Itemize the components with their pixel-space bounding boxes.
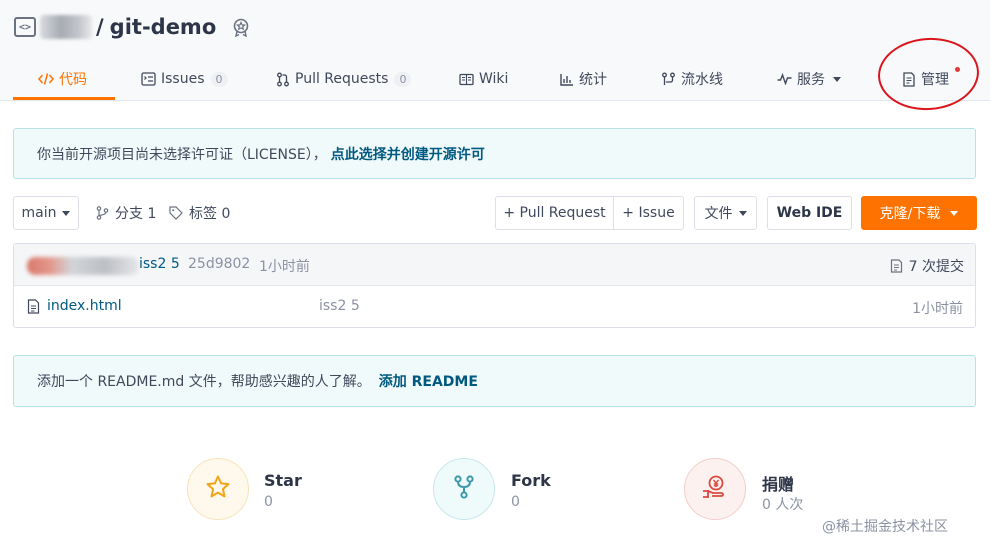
branch-select-value: main — [21, 205, 57, 221]
repo-code-icon: <> — [14, 17, 36, 37]
commits-count-label: 7 次提交 — [908, 259, 964, 275]
tab-wiki[interactable]: Wiki — [459, 58, 508, 100]
file-dropdown-label: 文件 — [704, 206, 733, 222]
latest-commit-row: iss2 5 25d9802 1小时前 7 次提交 — [14, 244, 975, 286]
file-dropdown[interactable]: 文件 — [694, 196, 757, 230]
tab-pull-requests[interactable]: Pull Requests 0 — [276, 58, 412, 100]
branch-select[interactable]: main — [13, 196, 79, 230]
issues-count-badge: 0 — [210, 71, 228, 87]
manage-doc-icon — [902, 71, 916, 87]
web-ide-button[interactable]: Web IDE — [767, 196, 852, 230]
pull-requests-count-badge: 0 — [394, 71, 412, 87]
fork-button[interactable] — [433, 458, 495, 520]
service-pulse-icon — [777, 73, 792, 85]
issues-icon — [141, 72, 156, 86]
license-notice-text: 你当前开源项目尚未选择许可证（LICENSE）， — [37, 146, 327, 163]
new-issue-button[interactable]: + Issue — [613, 196, 684, 230]
branches-link[interactable]: 分支 1 — [96, 196, 156, 230]
tab-stats-label: 统计 — [579, 72, 607, 88]
commit-message-link[interactable]: iss2 5 — [139, 256, 180, 272]
fork-icon — [453, 475, 475, 503]
tab-manage-label: 管理 — [921, 72, 949, 88]
stats-bar-chart-icon — [560, 73, 574, 86]
tags-label: 标签 0 — [189, 206, 231, 222]
fork-count[interactable]: 0 — [511, 494, 520, 510]
file-time: 1小时前 — [912, 301, 963, 317]
commit-time: 1小时前 — [259, 259, 310, 275]
repo-name[interactable]: git-demo — [110, 15, 217, 39]
readme-notice: 添加一个 README.md 文件，帮助感兴趣的人了解。 添加 README — [13, 355, 976, 407]
watermark-text: @稀土掘金技术社区 — [822, 519, 948, 535]
commits-doc-icon — [890, 259, 903, 273]
star-icon — [205, 474, 231, 504]
donate-button[interactable] — [684, 458, 746, 520]
recommend-badge-icon[interactable] — [230, 16, 252, 38]
tab-services-label: 服务 — [797, 72, 825, 88]
readme-notice-text: 添加一个 README.md 文件，帮助感兴趣的人了解。 — [37, 374, 371, 390]
commits-count-link[interactable]: 7 次提交 — [890, 256, 964, 276]
new-pull-request-button[interactable]: + Pull Request — [495, 196, 614, 230]
tab-manage[interactable]: 管理 — [902, 58, 949, 100]
tab-issues-label: Issues — [161, 71, 205, 87]
donate-label: 捐赠 — [762, 475, 795, 494]
donate-count: 0 人次 — [762, 497, 804, 513]
chevron-down-icon — [62, 210, 71, 216]
active-tab-indicator — [13, 97, 115, 100]
create-license-link[interactable]: 点此选择并创建开源许可 — [331, 144, 485, 164]
chevron-down-icon — [833, 76, 841, 82]
notification-dot — [955, 67, 960, 72]
owner-name-blurred[interactable] — [40, 15, 92, 39]
add-readme-link[interactable]: 添加 README — [379, 371, 478, 391]
clone-download-label: 克隆/下载 — [879, 206, 941, 222]
repo-title: <> / git-demo — [14, 12, 252, 42]
star-count[interactable]: 0 — [264, 494, 273, 510]
tab-pull-requests-label: Pull Requests — [295, 71, 389, 87]
tab-pipeline[interactable]: 流水线 — [661, 58, 723, 100]
tab-issues[interactable]: Issues 0 — [141, 58, 228, 100]
tab-stats[interactable]: 统计 — [560, 58, 607, 100]
branch-icon — [96, 206, 109, 220]
branches-label: 分支 1 — [115, 206, 157, 222]
tag-icon — [169, 206, 183, 220]
tab-services[interactable]: 服务 — [777, 58, 841, 100]
license-notice: 你当前开源项目尚未选择许可证（LICENSE）， 点此选择并创建开源许可 — [13, 128, 976, 179]
chevron-down-icon — [950, 210, 959, 216]
table-row[interactable]: index.html iss2 5 1小时前 — [14, 286, 975, 327]
file-commit-message[interactable]: iss2 5 — [319, 298, 360, 314]
tab-code[interactable]: 代码 — [38, 58, 87, 100]
file-icon — [27, 298, 40, 314]
repo-separator: / — [96, 15, 104, 39]
code-icon — [38, 72, 54, 86]
pipeline-icon — [661, 72, 676, 87]
file-name-link[interactable]: index.html — [47, 298, 122, 314]
clone-download-button[interactable]: 克隆/下载 — [861, 196, 977, 230]
wiki-book-icon — [459, 73, 474, 86]
fork-label: Fork — [511, 471, 551, 490]
chevron-down-icon — [738, 210, 747, 216]
star-label: Star — [264, 471, 302, 490]
tab-code-label: 代码 — [59, 72, 87, 88]
author-avatar-blurred[interactable] — [27, 257, 139, 275]
tab-pipeline-label: 流水线 — [681, 72, 723, 88]
pull-request-icon — [276, 72, 290, 87]
commit-sha[interactable]: 25d9802 — [188, 256, 250, 272]
tags-link[interactable]: 标签 0 — [169, 196, 230, 230]
file-name-cell[interactable]: index.html — [27, 298, 122, 314]
star-button[interactable] — [187, 458, 249, 520]
tab-wiki-label: Wiki — [479, 71, 509, 87]
donate-yen-icon — [701, 474, 729, 504]
file-list: iss2 5 25d9802 1小时前 7 次提交 index.html iss… — [13, 243, 976, 328]
